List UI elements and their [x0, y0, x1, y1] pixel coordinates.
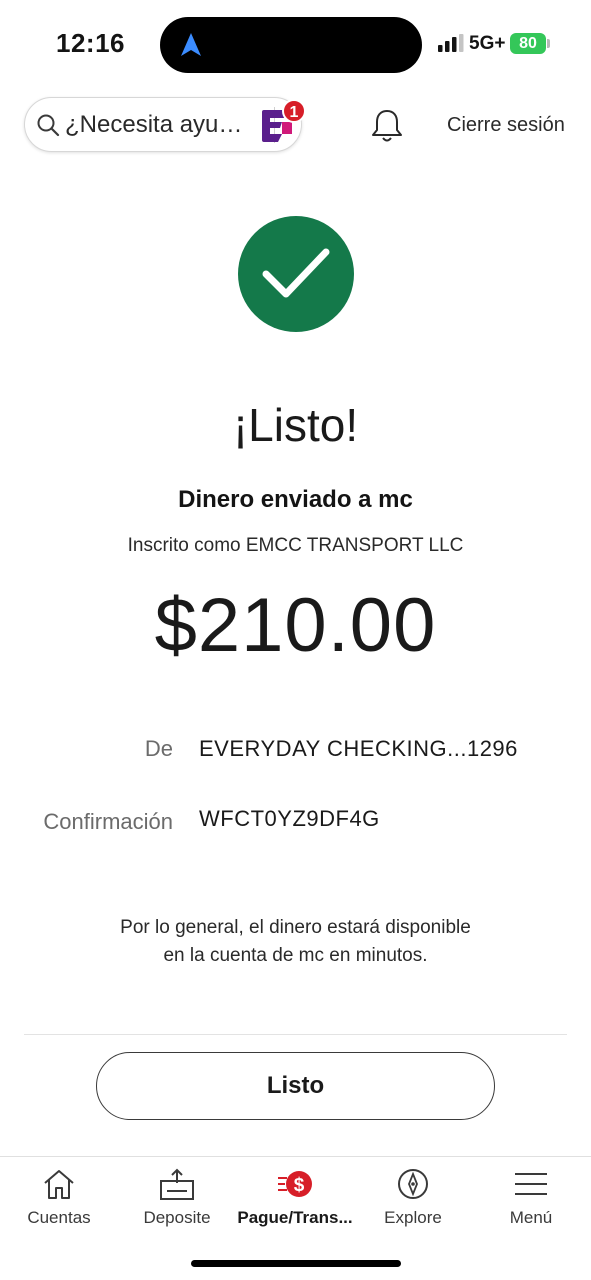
deposit-icon [160, 1168, 194, 1200]
search-icon [37, 114, 60, 137]
tab-deposit-label: Deposite [143, 1208, 211, 1227]
section-divider [24, 1034, 567, 1035]
tab-pay-transfer[interactable]: $ Pague/Trans... [236, 1157, 354, 1247]
cellular-signal-icon [438, 34, 464, 52]
from-account-value: EVERYDAY CHECKING...1296 [199, 736, 518, 761]
availability-note-line1: Por lo general, el dinero estará disponi… [120, 917, 471, 938]
menu-icon [515, 1173, 547, 1195]
pay-transfer-icon: $ [278, 1171, 312, 1197]
network-type: 5G+ [469, 33, 506, 54]
success-title: ¡Listo! [232, 399, 359, 451]
sign-out-link[interactable]: Cierre sesión [447, 114, 565, 137]
status-bar: 12:16 5G+ 80 [0, 0, 591, 90]
dynamic-island [160, 17, 422, 73]
confirmation-number: WFCT0YZ9DF4G [199, 806, 380, 831]
tab-accounts-label: Cuentas [27, 1208, 91, 1227]
confirmation-label: Confirmación [43, 809, 173, 834]
availability-note-line2: en la cuenta de mc en minutos. [163, 945, 428, 966]
recipient-heading: Dinero enviado a mc [178, 486, 413, 513]
search-placeholder: ¿Necesita ayu… [65, 111, 243, 138]
location-arrow-icon [181, 33, 201, 56]
tab-accounts[interactable]: Cuentas [0, 1157, 118, 1247]
tab-pay-transfer-label: Pague/Trans... [237, 1208, 353, 1227]
battery-level: 80 [519, 35, 537, 52]
tab-explore[interactable]: Explore [354, 1157, 472, 1247]
tab-explore-label: Explore [384, 1208, 442, 1227]
tab-menu[interactable]: Menú [472, 1157, 590, 1247]
battery-icon: 80 [510, 33, 546, 54]
tab-deposit[interactable]: Deposite [118, 1157, 236, 1247]
checkmark-icon [262, 248, 330, 298]
battery-tip [547, 39, 550, 48]
availability-note: Por lo general, el dinero estará disponi… [0, 914, 591, 970]
transfer-amount: $210.00 [154, 583, 437, 668]
tab-menu-label: Menú [509, 1208, 553, 1227]
compass-icon [398, 1169, 428, 1199]
notification-badge: 1 [282, 99, 306, 123]
svg-text:$: $ [294, 1175, 305, 1196]
bell-icon[interactable] [370, 108, 404, 144]
home-indicator[interactable] [191, 1260, 401, 1267]
done-button[interactable]: Listo [96, 1052, 495, 1120]
home-icon [44, 1170, 74, 1199]
from-label: De [144, 736, 173, 761]
status-time: 12:16 [56, 28, 125, 58]
success-check-icon [238, 216, 354, 332]
enrolled-as-text: Inscrito como EMCC TRANSPORT LLC [127, 535, 464, 556]
